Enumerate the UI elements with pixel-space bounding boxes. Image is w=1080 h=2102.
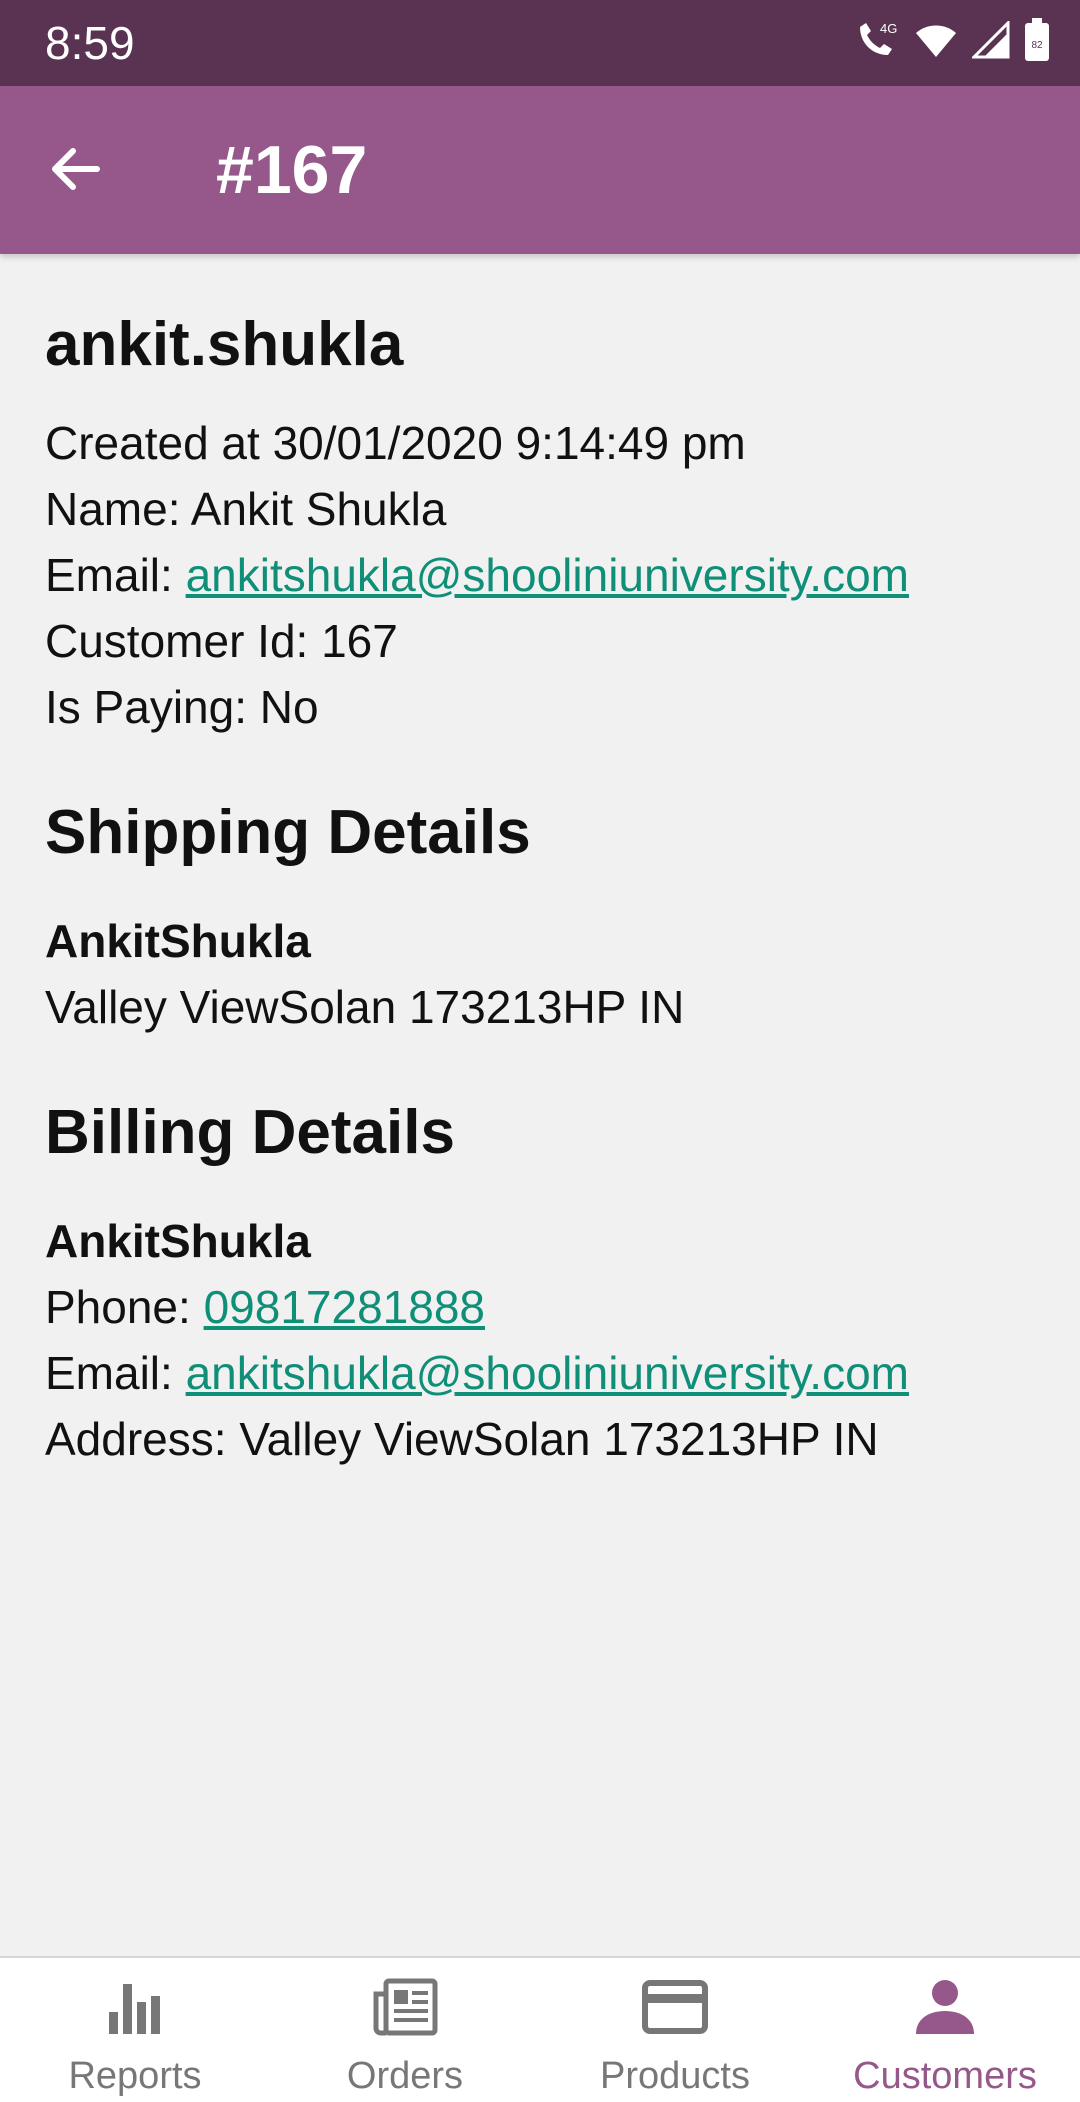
arrow-back-icon <box>49 143 101 200</box>
nav-label-reports: Reports <box>68 2055 202 2097</box>
back-button[interactable] <box>40 136 110 206</box>
billing-phone-link[interactable]: 09817281888 <box>204 1281 485 1333</box>
billing-phone-row: Phone: 09817281888 <box>45 1274 1045 1340</box>
created-at: Created at 30/01/2020 9:14:49 pm <box>45 417 746 469</box>
billing-address-label: Address: <box>45 1413 240 1465</box>
battery-level: 82 <box>1031 40 1043 51</box>
app-bar: #167 <box>0 86 1080 254</box>
name-label: Name: <box>45 483 191 535</box>
billing-email-row: Email: ankitshukla@shooliniuniversity.co… <box>45 1340 1045 1406</box>
billing-email-link[interactable]: ankitshukla@shooliniuniversity.com <box>186 1347 909 1399</box>
status-icons: 4G 82 <box>854 18 1050 62</box>
customer-details: ankit.shukla Created at 30/01/2020 9:14:… <box>45 254 1045 1472</box>
battery-icon: 82 <box>1024 18 1050 62</box>
name-value: Ankit Shukla <box>190 483 447 535</box>
is-paying-value: No <box>259 681 319 733</box>
billing-email-label: Email: <box>45 1347 186 1399</box>
shipping-name: AnkitShukla <box>45 915 311 967</box>
email-label: Email: <box>45 549 186 601</box>
customer-id-label: Customer Id: <box>45 615 322 667</box>
nav-item-customers[interactable]: Customers <box>810 1958 1080 2102</box>
billing-address-value: Valley ViewSolan 173213HP IN <box>239 1413 879 1465</box>
nav-label-products: Products <box>600 2055 750 2097</box>
phone-label: Phone: <box>45 1281 204 1333</box>
call-4g-icon: 4G <box>854 19 900 61</box>
person-icon <box>910 1974 980 2040</box>
signal-icon <box>972 21 1010 59</box>
billing-name: AnkitShukla <box>45 1215 311 1267</box>
svg-text:4G: 4G <box>880 21 897 36</box>
wifi-icon <box>914 21 958 59</box>
card-icon <box>640 1974 710 2040</box>
nav-label-customers: Customers <box>853 2055 1037 2097</box>
bottom-navigation: Reports Orders Products Customers <box>0 1956 1080 2102</box>
bar-chart-icon <box>100 1974 170 2040</box>
newspaper-icon <box>370 1974 440 2040</box>
customer-email-row: Email: ankitshukla@shooliniuniversity.co… <box>45 542 1045 608</box>
customer-id-value: 167 <box>321 615 398 667</box>
shipping-details-title: Shipping Details <box>45 798 531 867</box>
billing-address-row: Address: Valley ViewSolan 173213HP IN <box>45 1406 1045 1472</box>
shipping-address: Valley ViewSolan 173213HP IN <box>45 981 685 1033</box>
billing-details-title: Billing Details <box>45 1098 455 1167</box>
is-paying-row: Is Paying: No <box>45 674 1045 740</box>
customer-email-link[interactable]: ankitshukla@shooliniuniversity.com <box>186 549 909 601</box>
customer-id-row: Customer Id: 167 <box>45 608 1045 674</box>
nav-item-orders[interactable]: Orders <box>270 1958 540 2102</box>
is-paying-label: Is Paying: <box>45 681 260 733</box>
nav-item-products[interactable]: Products <box>540 1958 810 2102</box>
status-time: 8:59 <box>45 17 135 69</box>
customer-info: Created at 30/01/2020 9:14:49 pm Name: A… <box>45 410 1045 740</box>
page-title: #167 <box>216 132 368 208</box>
status-bar: 8:59 4G 82 <box>0 0 1080 86</box>
nav-item-reports[interactable]: Reports <box>0 1958 270 2102</box>
nav-label-orders: Orders <box>346 2055 464 2097</box>
customer-name-row: Name: Ankit Shukla <box>45 476 1045 542</box>
customer-username: ankit.shukla <box>45 310 404 379</box>
